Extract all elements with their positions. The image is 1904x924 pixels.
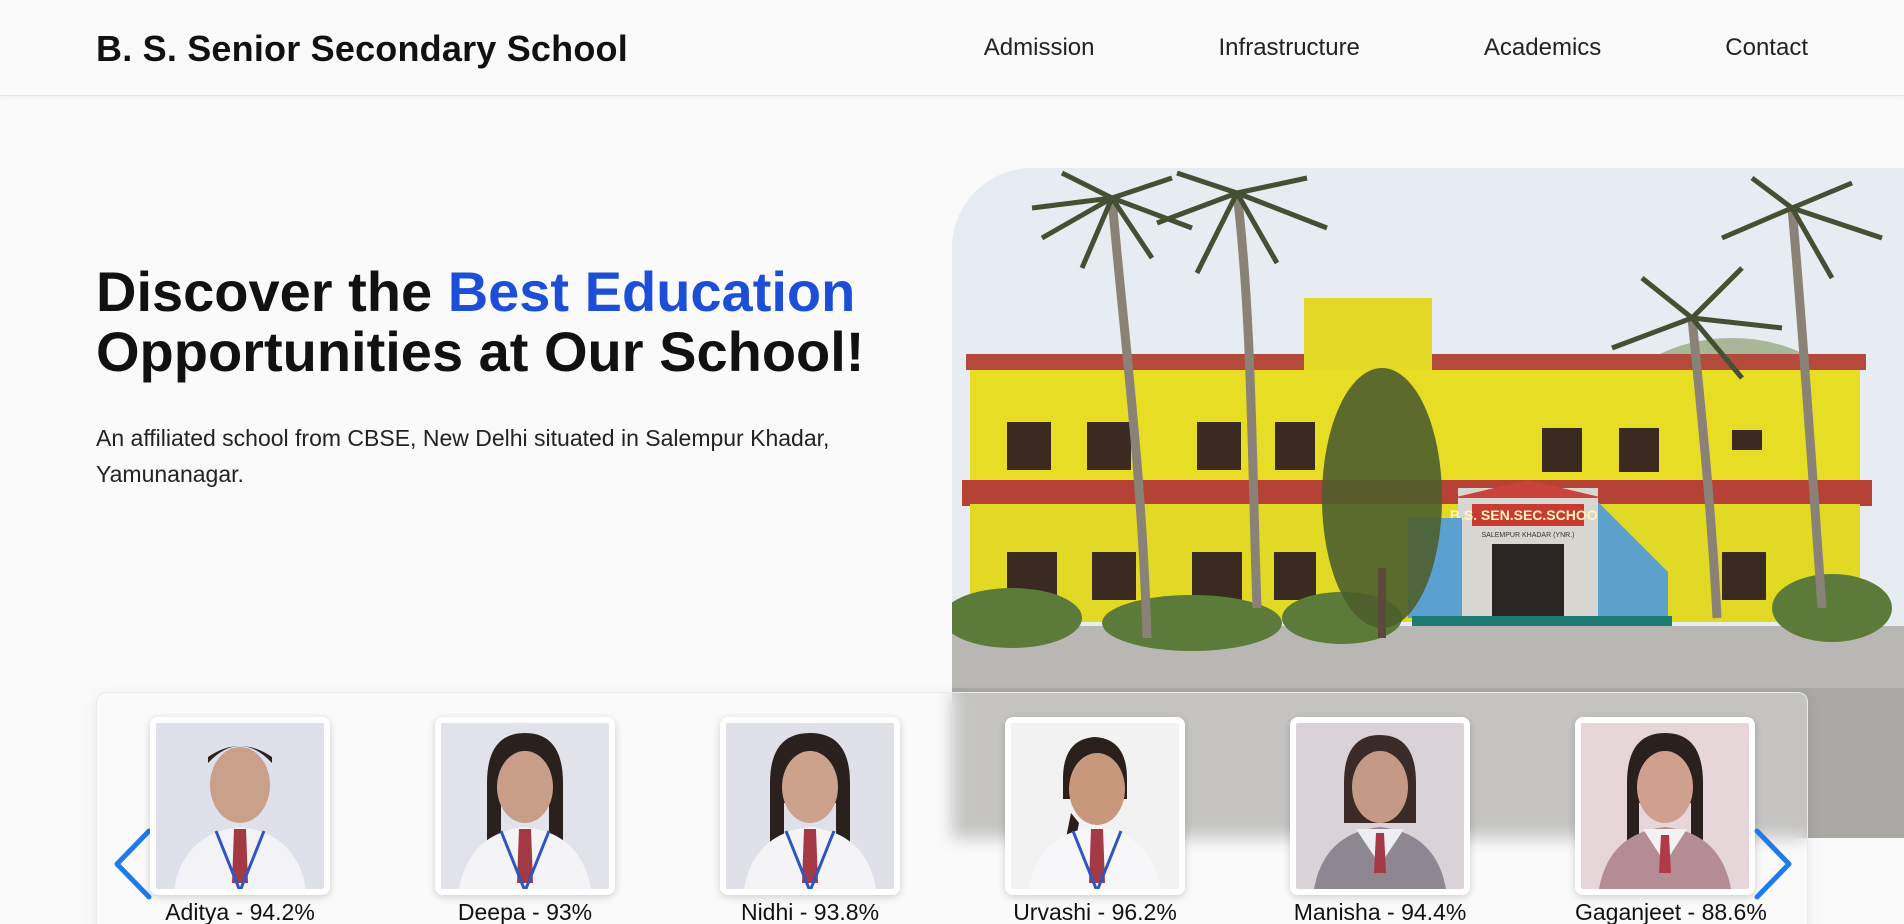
brand-title[interactable]: B. S. Senior Secondary School bbox=[96, 28, 628, 70]
student-photo bbox=[1005, 717, 1185, 895]
nav-contact[interactable]: Contact bbox=[1725, 34, 1808, 62]
chevron-right-icon[interactable] bbox=[1751, 827, 1795, 901]
chevron-left-icon[interactable] bbox=[111, 827, 155, 901]
student-photo bbox=[150, 717, 330, 895]
toppers-carousel: Aditya - 94.2% Deepa - 93% Nidhi - 93.8%… bbox=[96, 692, 1808, 924]
topper-card[interactable]: Aditya - 94.2% bbox=[150, 717, 330, 924]
nav-admission[interactable]: Admission bbox=[984, 34, 1095, 62]
topper-name: Deepa - 93% bbox=[457, 899, 593, 924]
topper-card[interactable]: Manisha - 94.4% bbox=[1290, 717, 1470, 924]
page: B. S. Senior Secondary School Admission … bbox=[0, 0, 1904, 924]
topper-card[interactable]: Urvashi - 96.2% bbox=[1005, 717, 1185, 924]
student-photo bbox=[720, 717, 900, 895]
nav-academics[interactable]: Academics bbox=[1484, 34, 1601, 62]
school-sign-text: B.S. SEN.SEC.SCHOOL bbox=[1450, 507, 1607, 523]
topper-name: Nidhi - 93.8% bbox=[740, 899, 880, 924]
topper-name: Aditya - 94.2% bbox=[165, 899, 315, 924]
student-photo bbox=[1575, 717, 1755, 895]
hero-subtitle: An affiliated school from CBSE, New Delh… bbox=[96, 425, 830, 487]
school-sign-subtext: SALEMPUR KHADAR (YNR.) bbox=[1482, 532, 1575, 539]
site-header: B. S. Senior Secondary School Admission … bbox=[0, 0, 1904, 96]
topper-name: Gaganjeet - 88.6% bbox=[1575, 899, 1767, 924]
topper-name: Urvashi - 96.2% bbox=[1013, 899, 1177, 924]
hero-title: Discover the Best Education Opportunitie… bbox=[96, 262, 896, 382]
hero-title-accent: Best Education bbox=[447, 260, 856, 323]
nav-infrastructure[interactable]: Infrastructure bbox=[1219, 34, 1360, 62]
topper-card[interactable]: Nidhi - 93.8% bbox=[720, 717, 900, 924]
student-photo bbox=[1290, 717, 1470, 895]
topper-card[interactable]: Deepa - 93% bbox=[435, 717, 615, 924]
hero-title-part1: Discover the bbox=[96, 260, 448, 323]
topper-card[interactable]: Gaganjeet - 88.6% bbox=[1575, 717, 1767, 924]
main-nav: Admission Infrastructure Academics Conta… bbox=[984, 34, 1808, 62]
topper-name: Manisha - 94.4% bbox=[1293, 899, 1467, 924]
hero-title-part2: Opportunities at Our School! bbox=[96, 320, 865, 383]
student-photo bbox=[435, 717, 615, 895]
